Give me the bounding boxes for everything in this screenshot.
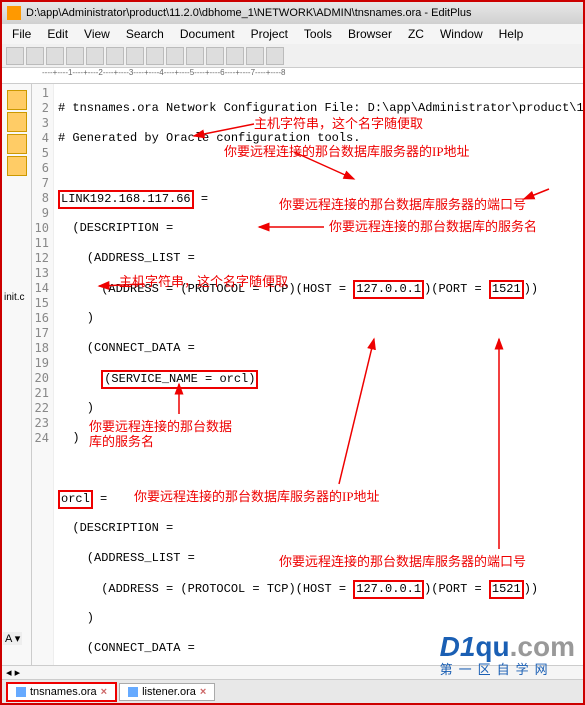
service-highlight: (SERVICE_NAME = orcl)	[101, 370, 258, 389]
menu-file[interactable]: File	[4, 25, 39, 43]
code-line: # tnsnames.ora Network Configuration Fil…	[58, 101, 583, 116]
menu-browser[interactable]: Browser	[340, 25, 400, 43]
menu-search[interactable]: Search	[118, 25, 172, 43]
main-area: 123456789101112131415161718192021222324 …	[2, 84, 583, 674]
tb-wrap-icon[interactable]	[246, 47, 264, 65]
title-bar: D:\app\Administrator\product\11.2.0\dbho…	[2, 2, 583, 24]
folder-icon[interactable]	[7, 90, 27, 110]
annotation: 你要远程连接的那台数据库的服务名	[89, 419, 239, 449]
menu-bar[interactable]: File Edit View Search Document Project T…	[2, 24, 583, 44]
menu-project[interactable]: Project	[243, 25, 296, 43]
dir-label[interactable]: A ▾	[3, 632, 22, 645]
watermark: D1qu.com 第一区自学网	[440, 631, 575, 678]
ip-highlight: 127.0.0.1	[353, 580, 424, 599]
menu-zc[interactable]: ZC	[400, 25, 432, 43]
tb-browser-icon[interactable]	[226, 47, 244, 65]
annotation: 主机字符串，这个名字随便取	[254, 116, 423, 131]
tab-tnsnames[interactable]: tnsnames.ora ×	[6, 682, 117, 702]
tb-save-icon[interactable]	[46, 47, 64, 65]
tb-undo-icon[interactable]	[146, 47, 164, 65]
tb-paste-icon[interactable]	[126, 47, 144, 65]
folder-icon[interactable]	[7, 112, 27, 132]
annotation: 你要远程连接的那台数据库服务器的端口号	[279, 197, 526, 212]
tb-cut-icon[interactable]	[86, 47, 104, 65]
annotation: 你要远程连接的那台数据库的服务名	[329, 219, 537, 234]
tab-listener[interactable]: listener.ora ×	[119, 683, 215, 701]
tb-find-icon[interactable]	[186, 47, 204, 65]
side-file-label[interactable]: init.c	[4, 292, 25, 303]
folder-icon[interactable]	[7, 134, 27, 154]
ip-highlight: 127.0.0.1	[353, 280, 424, 299]
tb-new-icon[interactable]	[6, 47, 24, 65]
file-icon	[128, 687, 138, 697]
annotation: 主机字符串，这个名字随便取	[119, 274, 288, 289]
close-icon[interactable]: ×	[200, 686, 206, 698]
menu-view[interactable]: View	[76, 25, 118, 43]
folder-icon[interactable]	[7, 156, 27, 176]
tb-redo-icon[interactable]	[166, 47, 184, 65]
tb-copy-icon[interactable]	[106, 47, 124, 65]
close-icon[interactable]: ×	[101, 686, 107, 698]
menu-window[interactable]: Window	[432, 25, 491, 43]
app-icon	[7, 6, 21, 20]
port-highlight: 1521	[489, 580, 524, 599]
port-highlight: 1521	[489, 280, 524, 299]
menu-help[interactable]: Help	[491, 25, 532, 43]
ruler: ----+----1----+----2----+----3----+----4…	[2, 68, 583, 84]
tb-open-icon[interactable]	[26, 47, 44, 65]
tb-replace-icon[interactable]	[206, 47, 224, 65]
tab-bar: tnsnames.ora × listener.ora ×	[2, 679, 583, 703]
annotation: 你要远程连接的那台数据库服务器的IP地址	[134, 489, 380, 504]
toolbar	[2, 44, 583, 68]
code-editor[interactable]: # tnsnames.ora Network Configuration Fil…	[54, 84, 583, 674]
window-title: D:\app\Administrator\product\11.2.0\dbho…	[26, 7, 471, 19]
tb-print-icon[interactable]	[66, 47, 84, 65]
side-panel	[2, 84, 32, 674]
file-icon	[16, 687, 26, 697]
line-gutter: 123456789101112131415161718192021222324	[32, 84, 54, 674]
menu-document[interactable]: Document	[172, 25, 243, 43]
menu-tools[interactable]: Tools	[296, 25, 340, 43]
hostname-highlight: LINK192.168.117.66	[58, 190, 194, 209]
menu-edit[interactable]: Edit	[39, 25, 76, 43]
annotation: 你要远程连接的那台数据库服务器的IP地址	[224, 144, 470, 159]
tb-spell-icon[interactable]	[266, 47, 284, 65]
hostname-highlight: orcl	[58, 490, 93, 509]
annotation: 你要远程连接的那台数据库服务器的端口号	[279, 554, 526, 569]
